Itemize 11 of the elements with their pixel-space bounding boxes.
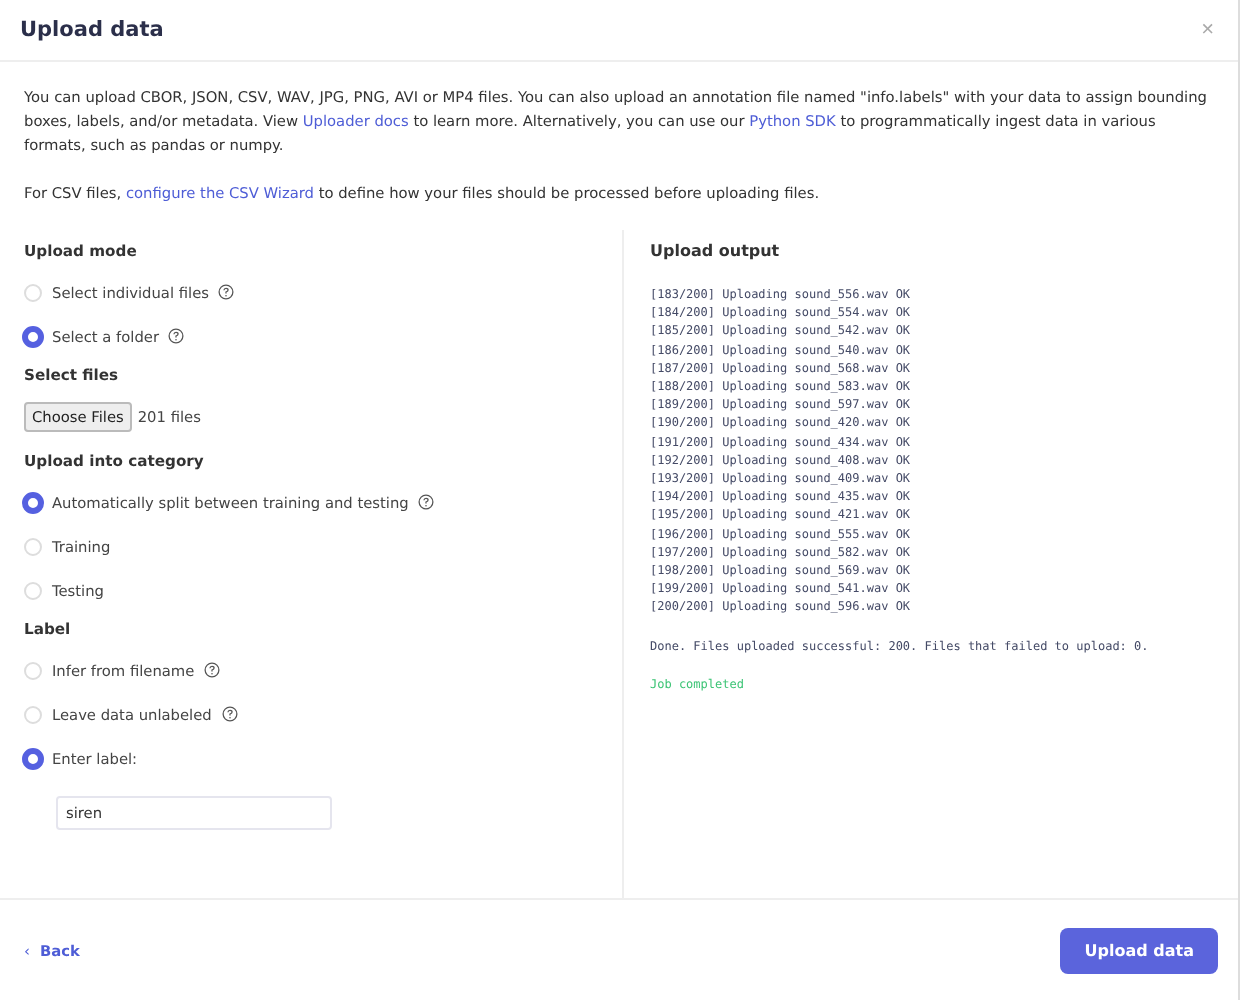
help-icon[interactable] [218, 284, 235, 300]
upload-data-button[interactable]: Upload data [1060, 927, 1218, 973]
radio-button[interactable] [22, 325, 44, 347]
help-icon[interactable] [168, 328, 185, 344]
radio-button[interactable] [22, 491, 44, 513]
dialog-title: Upload data [20, 18, 164, 42]
help-icon[interactable] [204, 662, 221, 678]
radio-button[interactable] [22, 747, 44, 769]
help-icon[interactable] [418, 494, 435, 510]
section-heading: Upload output [650, 242, 782, 262]
help-icon[interactable] [221, 706, 238, 722]
